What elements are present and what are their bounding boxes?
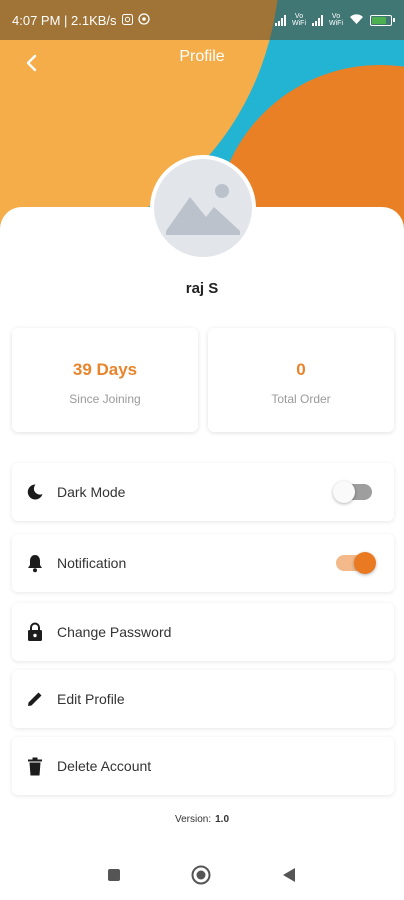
moon-icon — [24, 481, 46, 503]
wifi-icon — [349, 13, 364, 28]
menu-item-change-password[interactable]: Change Password — [12, 603, 394, 661]
menu-item-dark-mode[interactable]: Dark Mode — [12, 463, 394, 521]
home-circle-icon — [191, 865, 211, 885]
recents-square-icon — [108, 869, 120, 881]
avatar[interactable] — [150, 155, 256, 261]
toggle-knob — [333, 481, 355, 503]
stat-card-orders: 0 Total Order — [208, 328, 394, 432]
trash-icon — [24, 755, 46, 777]
dark-mode-toggle[interactable] — [333, 481, 372, 503]
photo-notification-icon — [121, 13, 133, 28]
stat-value-joining: 39 Days — [72, 360, 138, 379]
menu-item-edit-profile[interactable]: Edit Profile — [12, 670, 394, 728]
delete-account-label: Delete Account — [57, 758, 152, 774]
system-nav-bar — [0, 855, 404, 895]
menu-item-delete-account[interactable]: Delete Account — [12, 737, 394, 795]
back-nav-button[interactable] — [282, 867, 296, 883]
menu-item-notification[interactable]: Notification — [12, 534, 394, 592]
page-title: Profile — [179, 48, 225, 65]
pencil-icon — [24, 688, 46, 710]
version-value: 1.0 — [215, 814, 230, 825]
notification-toggle[interactable] — [336, 552, 376, 574]
stat-label-joining: Since Joining — [69, 392, 141, 406]
toggle-knob — [354, 552, 376, 574]
user-name: raj S — [185, 280, 219, 297]
stat-label-orders: Total Order — [271, 392, 331, 406]
signal-icon — [275, 14, 286, 26]
recents-button[interactable] — [107, 868, 121, 882]
status-bar: 4:07 PM | 2.1KB/s Vo WiFi Vo WiFi — [0, 0, 404, 40]
app-version: Version: 1.0 — [0, 814, 404, 825]
volte-wifi-label: Vo WiFi — [329, 13, 343, 27]
sync-notification-icon — [137, 12, 150, 28]
version-label: Version: — [174, 814, 212, 825]
image-placeholder-icon — [166, 184, 240, 235]
signal-icon — [312, 14, 323, 26]
home-button[interactable] — [191, 865, 211, 885]
back-triangle-icon — [283, 868, 295, 882]
stat-value-orders: 0 — [296, 360, 306, 379]
edit-profile-label: Edit Profile — [57, 691, 125, 707]
battery-charging-icon — [370, 14, 395, 26]
dark-mode-label: Dark Mode — [57, 484, 126, 500]
lock-icon — [24, 621, 46, 643]
stat-card-joining: 39 Days Since Joining — [12, 328, 198, 432]
volte-wifi-label: Vo WiFi — [292, 13, 306, 27]
notification-label: Notification — [57, 555, 127, 571]
bell-icon — [24, 552, 46, 574]
change-password-label: Change Password — [57, 624, 172, 640]
status-time-speed: 4:07 PM | 2.1KB/s — [12, 12, 117, 28]
